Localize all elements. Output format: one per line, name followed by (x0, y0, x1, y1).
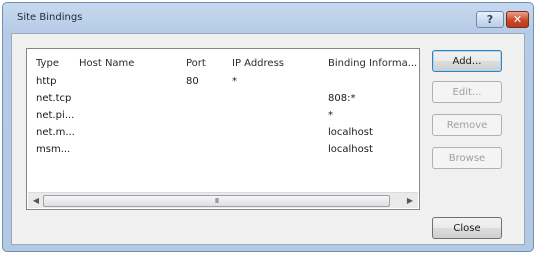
add-button[interactable]: Add... (432, 50, 502, 72)
close-window-button[interactable]: ✕ (506, 11, 529, 28)
column-header-port[interactable]: Port (186, 58, 226, 69)
cell-binding-information: localhost (328, 127, 373, 138)
table-row[interactable]: net.tcp 808:* (27, 93, 419, 107)
cell-binding-information: 808:* (328, 93, 356, 104)
browse-button[interactable]: Browse (432, 147, 502, 169)
cell-type: net.tcp (36, 93, 72, 104)
dialog-body: Type Host Name Port IP Address Binding I… (11, 33, 525, 245)
column-header-binding-information[interactable]: Binding Informa... (328, 58, 418, 69)
cell-type: net.pi... (36, 110, 75, 121)
bindings-list[interactable]: Type Host Name Port IP Address Binding I… (26, 48, 420, 210)
site-bindings-dialog: Site Bindings ? ✕ Type Host Name Port IP… (2, 2, 534, 252)
cell-ip-address: * (232, 76, 237, 87)
edit-button[interactable]: Edit... (432, 81, 502, 103)
cell-type: http (36, 76, 57, 87)
column-header-host-name[interactable]: Host Name (79, 58, 175, 69)
close-icon: ✕ (512, 13, 523, 26)
title-bar[interactable]: Site Bindings ? ✕ (3, 3, 533, 33)
cell-port: 80 (186, 76, 199, 87)
table-row[interactable]: http 80 * (27, 76, 419, 90)
scroll-left-icon[interactable]: ◀ (30, 195, 42, 206)
cell-type: msm... (36, 144, 71, 155)
table-row[interactable]: net.pi... * (27, 110, 419, 124)
column-header-type[interactable]: Type (36, 58, 76, 69)
grip-icon: III (214, 197, 219, 205)
remove-button[interactable]: Remove (432, 114, 502, 136)
list-header: Type Host Name Port IP Address Binding I… (27, 58, 419, 72)
help-button[interactable]: ? (476, 11, 504, 28)
cell-binding-information: * (328, 110, 333, 121)
close-button[interactable]: Close (432, 217, 502, 239)
cell-binding-information: localhost (328, 144, 373, 155)
scroll-right-icon[interactable]: ▶ (404, 195, 416, 206)
table-row[interactable]: net.m... localhost (27, 127, 419, 141)
horizontal-scrollbar[interactable]: ◀ III ▶ (28, 192, 418, 208)
help-icon: ? (486, 13, 494, 26)
table-row[interactable]: msm... localhost (27, 144, 419, 158)
dialog-title: Site Bindings (17, 12, 83, 23)
scrollbar-thumb[interactable]: III (43, 195, 390, 207)
column-header-ip-address[interactable]: IP Address (232, 58, 322, 69)
cell-type: net.m... (36, 127, 75, 138)
